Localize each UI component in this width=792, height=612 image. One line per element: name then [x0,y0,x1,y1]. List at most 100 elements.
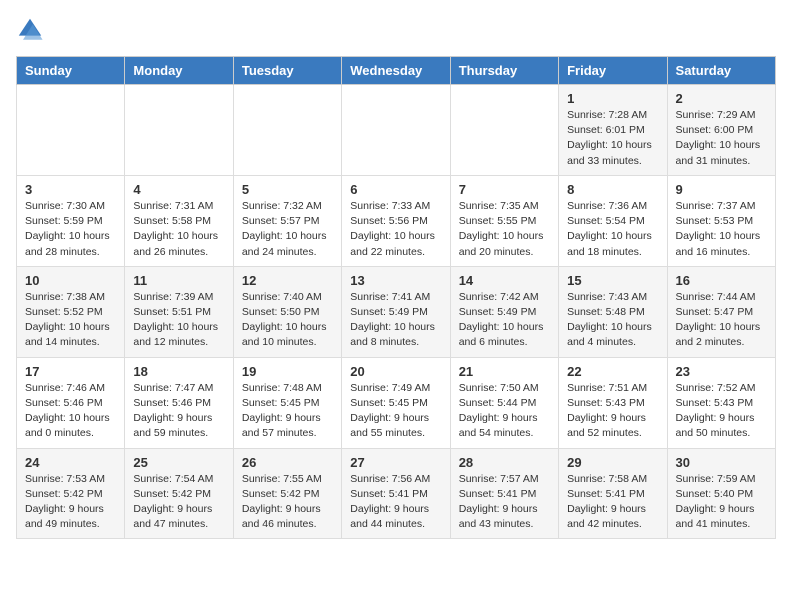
calendar-cell [233,85,341,176]
day-info: Sunrise: 7:38 AM Sunset: 5:52 PM Dayligh… [25,290,116,351]
calendar-week-row: 10 Sunrise: 7:38 AM Sunset: 5:52 PM Dayli… [17,266,776,357]
weekday-header: Friday [559,57,667,85]
day-number: 5 [242,182,333,197]
day-number: 2 [676,91,767,106]
day-info: Sunrise: 7:58 AM Sunset: 5:41 PM Dayligh… [567,472,658,533]
calendar-cell: 5 Sunrise: 7:32 AM Sunset: 5:57 PM Daylig… [233,175,341,266]
calendar-cell: 7 Sunrise: 7:35 AM Sunset: 5:55 PM Daylig… [450,175,558,266]
weekday-header: Sunday [17,57,125,85]
day-info: Sunrise: 7:31 AM Sunset: 5:58 PM Dayligh… [133,199,224,260]
day-info: Sunrise: 7:33 AM Sunset: 5:56 PM Dayligh… [350,199,441,260]
day-number: 29 [567,455,658,470]
day-info: Sunrise: 7:39 AM Sunset: 5:51 PM Dayligh… [133,290,224,351]
day-info: Sunrise: 7:53 AM Sunset: 5:42 PM Dayligh… [25,472,116,533]
day-info: Sunrise: 7:52 AM Sunset: 5:43 PM Dayligh… [676,381,767,442]
day-number: 1 [567,91,658,106]
page-header [16,16,776,44]
calendar-cell: 24 Sunrise: 7:53 AM Sunset: 5:42 PM Dayli… [17,448,125,539]
calendar-cell: 4Sunrise: 7:31 AM Sunset: 5:58 PM Daylig… [125,175,233,266]
day-number: 15 [567,273,658,288]
day-info: Sunrise: 7:46 AM Sunset: 5:46 PM Dayligh… [25,381,116,442]
day-number: 27 [350,455,441,470]
day-number: 8 [567,182,658,197]
calendar-cell: 3Sunrise: 7:30 AM Sunset: 5:59 PM Daylig… [17,175,125,266]
calendar-week-row: 3Sunrise: 7:30 AM Sunset: 5:59 PM Daylig… [17,175,776,266]
day-number: 26 [242,455,333,470]
day-info: Sunrise: 7:30 AM Sunset: 5:59 PM Dayligh… [25,199,116,260]
day-number: 14 [459,273,550,288]
day-number: 22 [567,364,658,379]
calendar-cell: 29 Sunrise: 7:58 AM Sunset: 5:41 PM Dayli… [559,448,667,539]
calendar-cell: 13 Sunrise: 7:41 AM Sunset: 5:49 PM Dayli… [342,266,450,357]
weekday-header: Saturday [667,57,775,85]
calendar-cell: 21 Sunrise: 7:50 AM Sunset: 5:44 PM Dayli… [450,357,558,448]
calendar-week-row: 24 Sunrise: 7:53 AM Sunset: 5:42 PM Dayli… [17,448,776,539]
calendar-cell: 1 Sunrise: 7:28 AM Sunset: 6:01 PM Daylig… [559,85,667,176]
calendar-cell: 19Sunrise: 7:48 AM Sunset: 5:45 PM Dayli… [233,357,341,448]
day-number: 6 [350,182,441,197]
calendar-cell [342,85,450,176]
calendar-cell: 10 Sunrise: 7:38 AM Sunset: 5:52 PM Dayli… [17,266,125,357]
calendar-cell [125,85,233,176]
day-info: Sunrise: 7:36 AM Sunset: 5:54 PM Dayligh… [567,199,658,260]
logo [16,16,48,44]
calendar-cell: 25 Sunrise: 7:54 AM Sunset: 5:42 PM Dayli… [125,448,233,539]
calendar-cell: 27 Sunrise: 7:56 AM Sunset: 5:41 PM Dayli… [342,448,450,539]
calendar-cell: 11 Sunrise: 7:39 AM Sunset: 5:51 PM Dayli… [125,266,233,357]
day-info: Sunrise: 7:50 AM Sunset: 5:44 PM Dayligh… [459,381,550,442]
calendar-cell: 26 Sunrise: 7:55 AM Sunset: 5:42 PM Dayli… [233,448,341,539]
calendar-cell: 6 Sunrise: 7:33 AM Sunset: 5:56 PM Daylig… [342,175,450,266]
calendar-cell: 17 Sunrise: 7:46 AM Sunset: 5:46 PM Dayli… [17,357,125,448]
day-number: 17 [25,364,116,379]
day-number: 23 [676,364,767,379]
calendar-cell: 9 Sunrise: 7:37 AM Sunset: 5:53 PM Daylig… [667,175,775,266]
day-info: Sunrise: 7:44 AM Sunset: 5:47 PM Dayligh… [676,290,767,351]
calendar-cell [17,85,125,176]
day-number: 7 [459,182,550,197]
calendar-cell: 23 Sunrise: 7:52 AM Sunset: 5:43 PM Dayli… [667,357,775,448]
day-info: Sunrise: 7:59 AM Sunset: 5:40 PM Dayligh… [676,472,767,533]
calendar-week-row: 1 Sunrise: 7:28 AM Sunset: 6:01 PM Daylig… [17,85,776,176]
calendar-week-row: 17 Sunrise: 7:46 AM Sunset: 5:46 PM Dayli… [17,357,776,448]
calendar-cell: 22 Sunrise: 7:51 AM Sunset: 5:43 PM Dayli… [559,357,667,448]
day-number: 19 [242,364,333,379]
day-info: Sunrise: 7:57 AM Sunset: 5:41 PM Dayligh… [459,472,550,533]
logo-icon [16,16,44,44]
calendar-cell: 2Sunrise: 7:29 AM Sunset: 6:00 PM Daylig… [667,85,775,176]
day-number: 11 [133,273,224,288]
day-number: 10 [25,273,116,288]
day-info: Sunrise: 7:42 AM Sunset: 5:49 PM Dayligh… [459,290,550,351]
day-info: Sunrise: 7:54 AM Sunset: 5:42 PM Dayligh… [133,472,224,533]
calendar-cell: 8 Sunrise: 7:36 AM Sunset: 5:54 PM Daylig… [559,175,667,266]
weekday-header: Tuesday [233,57,341,85]
day-info: Sunrise: 7:55 AM Sunset: 5:42 PM Dayligh… [242,472,333,533]
day-info: Sunrise: 7:51 AM Sunset: 5:43 PM Dayligh… [567,381,658,442]
day-info: Sunrise: 7:35 AM Sunset: 5:55 PM Dayligh… [459,199,550,260]
weekday-header: Monday [125,57,233,85]
day-number: 28 [459,455,550,470]
day-info: Sunrise: 7:56 AM Sunset: 5:41 PM Dayligh… [350,472,441,533]
day-info: Sunrise: 7:43 AM Sunset: 5:48 PM Dayligh… [567,290,658,351]
calendar-cell: 15 Sunrise: 7:43 AM Sunset: 5:48 PM Dayli… [559,266,667,357]
day-info: Sunrise: 7:37 AM Sunset: 5:53 PM Dayligh… [676,199,767,260]
day-info: Sunrise: 7:47 AM Sunset: 5:46 PM Dayligh… [133,381,224,442]
day-number: 16 [676,273,767,288]
calendar-header-row: SundayMondayTuesdayWednesdayThursdayFrid… [17,57,776,85]
day-number: 18 [133,364,224,379]
weekday-header: Thursday [450,57,558,85]
calendar-table: SundayMondayTuesdayWednesdayThursdayFrid… [16,56,776,539]
day-info: Sunrise: 7:41 AM Sunset: 5:49 PM Dayligh… [350,290,441,351]
day-number: 13 [350,273,441,288]
day-info: Sunrise: 7:28 AM Sunset: 6:01 PM Dayligh… [567,108,658,169]
calendar-cell: 16 Sunrise: 7:44 AM Sunset: 5:47 PM Dayli… [667,266,775,357]
day-info: Sunrise: 7:32 AM Sunset: 5:57 PM Dayligh… [242,199,333,260]
day-number: 9 [676,182,767,197]
day-info: Sunrise: 7:49 AM Sunset: 5:45 PM Dayligh… [350,381,441,442]
calendar-cell: 20Sunrise: 7:49 AM Sunset: 5:45 PM Dayli… [342,357,450,448]
day-number: 21 [459,364,550,379]
day-number: 30 [676,455,767,470]
day-number: 25 [133,455,224,470]
calendar-cell: 18 Sunrise: 7:47 AM Sunset: 5:46 PM Dayli… [125,357,233,448]
calendar-cell: 30 Sunrise: 7:59 AM Sunset: 5:40 PM Dayli… [667,448,775,539]
day-number: 24 [25,455,116,470]
